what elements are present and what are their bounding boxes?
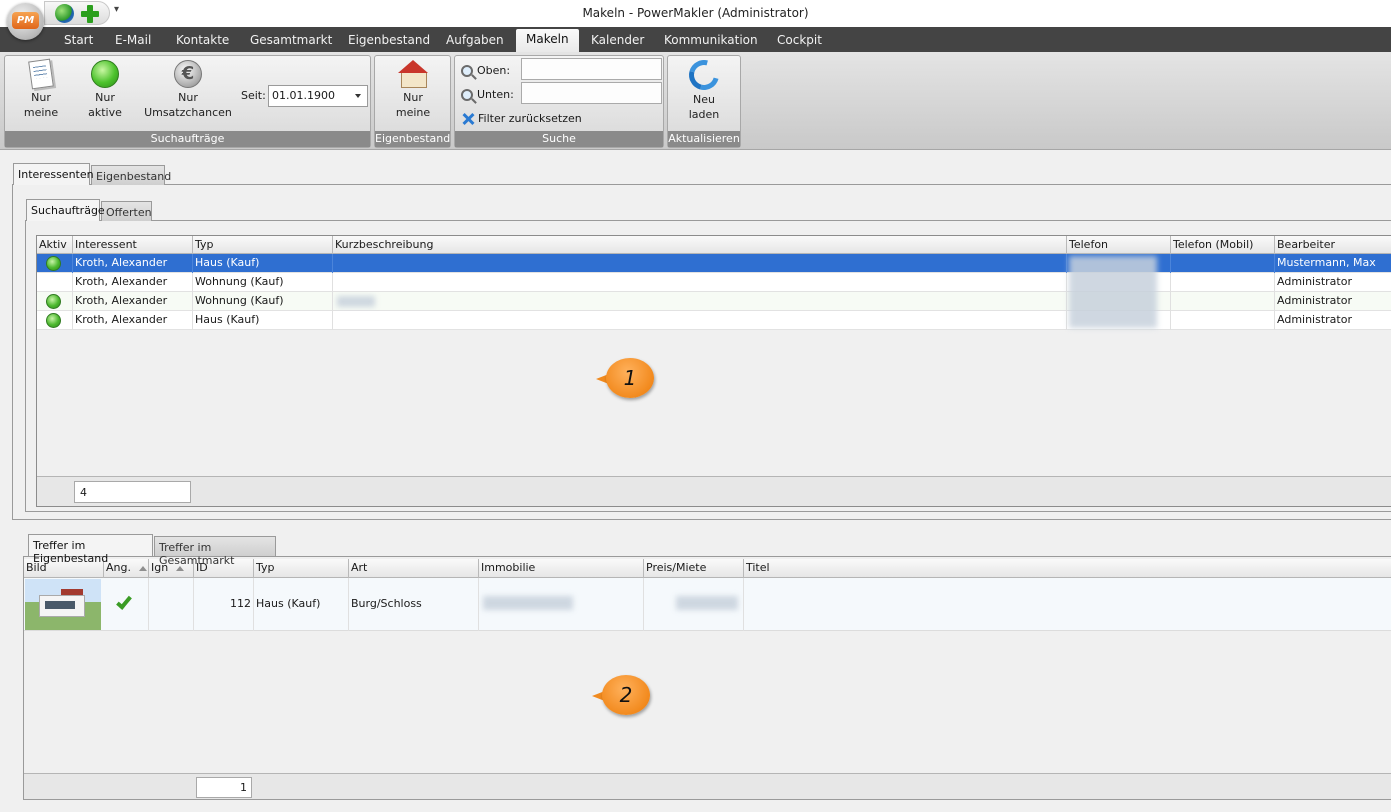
group-label: Suche: [455, 131, 663, 147]
powermakler-logo: PM: [12, 12, 39, 29]
nur-umsatzchancen-button[interactable]: € Nur Umsatzchancen: [141, 60, 235, 120]
row-count: 1: [196, 777, 252, 798]
tab-email[interactable]: E-Mail: [115, 33, 151, 47]
callout-2: 2: [592, 675, 650, 715]
col-interessent[interactable]: Interessent: [73, 236, 193, 254]
group-aktualisieren: Neu laden Aktualisieren: [667, 54, 741, 148]
oben-input[interactable]: [521, 58, 662, 80]
seit-date-picker[interactable]: 01.01.1900: [268, 85, 368, 107]
group-eigenbestand: Nur meine Eigenbestand: [374, 55, 451, 148]
green-status-icon: [91, 60, 119, 88]
document-icon: [28, 58, 54, 90]
group-suche: Oben: Unten: Filter zurücksetzen Suche: [454, 55, 664, 148]
ribbon-tab-bar: Start E-Mail Kontakte Gesamtmarkt Eigenb…: [0, 27, 1391, 52]
tab-start[interactable]: Start: [64, 33, 93, 47]
tab-kalender[interactable]: Kalender: [591, 33, 644, 47]
group-label: Eigenbestand: [375, 131, 451, 147]
col-typ[interactable]: Typ: [254, 559, 349, 578]
tab-eigenbestand-panel[interactable]: Eigenbestand: [91, 165, 171, 185]
eigenbestand-nur-meine-button[interactable]: Nur meine: [385, 60, 441, 120]
grid-footer: 1: [24, 773, 1391, 799]
redacted-text: [483, 596, 573, 610]
nur-aktive-button[interactable]: Nur aktive: [77, 60, 133, 120]
col-bearbeiter[interactable]: Bearbeiter: [1275, 236, 1391, 254]
property-thumbnail: [25, 579, 101, 630]
neu-laden-button[interactable]: Neu laden: [676, 54, 732, 122]
tab-kontakte[interactable]: Kontakte: [176, 33, 229, 47]
seit-label: Seit:: [241, 89, 266, 102]
refresh-icon: [683, 54, 725, 96]
table-row[interactable]: Kroth, Alexander Wohnung (Kauf) Administ…: [37, 292, 1391, 311]
search-icon: [461, 89, 473, 101]
tab-eigenbestand[interactable]: Eigenbestand: [348, 33, 430, 47]
close-icon: [461, 112, 475, 126]
col-titel[interactable]: Titel: [744, 559, 1391, 578]
oben-row: Oben:: [461, 64, 510, 77]
group-label: Suchaufträge: [5, 131, 370, 147]
suchauftraege-grid: Aktiv Interessent Typ Kurzbeschreibung T…: [36, 235, 1391, 507]
tab-interessenten[interactable]: Interessenten: [13, 163, 94, 185]
app-menu-button[interactable]: PM: [7, 3, 44, 40]
col-telefon-mobil[interactable]: Telefon (Mobil): [1171, 236, 1275, 254]
grid-header: Aktiv Interessent Typ Kurzbeschreibung T…: [37, 236, 1391, 254]
title-bar: ▾ Makeln - PowerMakler (Administrator): [0, 0, 1391, 27]
chevron-down-icon[interactable]: [355, 94, 361, 98]
sort-up-icon: [138, 565, 147, 571]
row-count: 4: [74, 481, 191, 503]
col-immobilie[interactable]: Immobilie: [479, 559, 644, 578]
unten-row: Unten:: [461, 88, 514, 101]
redacted-text: [676, 596, 738, 610]
col-ang[interactable]: Ang.: [104, 559, 149, 578]
tab-makeln[interactable]: Makeln: [516, 29, 579, 52]
tab-offerten[interactable]: Offerten: [101, 201, 152, 221]
tab-treffer-eigenbestand[interactable]: Treffer im Eigenbestand: [28, 534, 153, 565]
tab-suchauftraege[interactable]: Suchaufträge: [26, 199, 105, 221]
treffer-panel: Bild Ang. Ign ID Typ Art Immobilie Preis…: [23, 556, 1391, 800]
tab-kommunikation[interactable]: Kommunikation: [664, 33, 758, 47]
unten-input[interactable]: [521, 82, 662, 104]
tab-cockpit[interactable]: Cockpit: [777, 33, 822, 47]
tab-gesamtmarkt[interactable]: Gesamtmarkt: [250, 33, 332, 47]
active-status-icon: [46, 313, 61, 328]
tab-treffer-gesamtmarkt[interactable]: Treffer im Gesamtmarkt: [154, 536, 276, 567]
col-kurzbeschreibung[interactable]: Kurzbeschreibung: [333, 236, 1067, 254]
house-icon: [397, 60, 429, 88]
group-suchauftraege: Nur meine Nur aktive € Nur Umsatzchancen…: [4, 55, 371, 148]
table-row[interactable]: Kroth, Alexander Wohnung (Kauf) Administ…: [37, 273, 1391, 292]
group-label: Aktualisieren: [668, 131, 740, 147]
callout-1: 1: [596, 358, 654, 398]
redacted-phone: [1069, 256, 1157, 328]
table-row[interactable]: 112 Haus (Kauf) Burg/Schloss: [24, 578, 1391, 631]
redacted-text: [337, 296, 375, 307]
window-title: Makeln - PowerMakler (Administrator): [582, 6, 809, 20]
col-typ[interactable]: Typ: [193, 236, 333, 254]
grid-footer: 4: [37, 476, 1391, 506]
table-row[interactable]: Kroth, Alexander Haus (Kauf) Administrat…: [37, 311, 1391, 330]
col-art[interactable]: Art: [349, 559, 479, 578]
ribbon: Nur meine Nur aktive € Nur Umsatzchancen…: [0, 52, 1391, 150]
table-row[interactable]: Kroth, Alexander Haus (Kauf) Mustermann,…: [37, 254, 1391, 273]
search-icon: [461, 65, 473, 77]
euro-icon: €: [174, 60, 202, 88]
active-status-icon: [46, 256, 61, 271]
filter-reset-button[interactable]: Filter zurücksetzen: [461, 112, 582, 126]
col-aktiv[interactable]: Aktiv: [37, 236, 73, 254]
col-telefon[interactable]: Telefon: [1067, 236, 1171, 254]
nur-meine-button[interactable]: Nur meine: [13, 58, 69, 120]
col-preis-miete[interactable]: Preis/Miete: [644, 559, 744, 578]
tab-aufgaben[interactable]: Aufgaben: [446, 33, 504, 47]
active-status-icon: [46, 294, 61, 309]
